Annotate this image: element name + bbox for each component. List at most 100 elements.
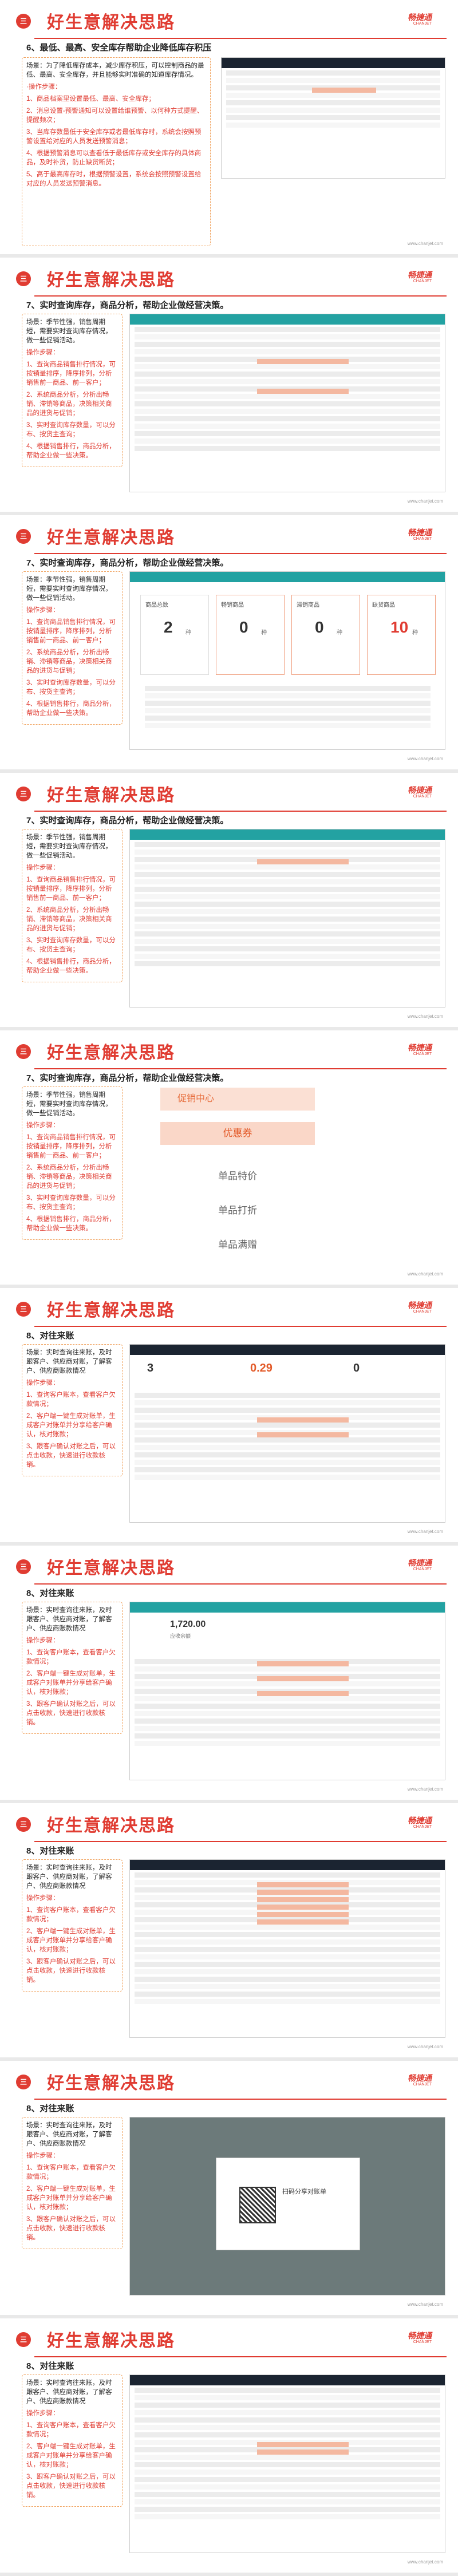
description-paragraph: 1、查询商品销售排行情况，可按销量排序，降序排列，分析销售前一商品、前一客户； [26,1134,116,1159]
brand-logo: 畅捷通 [408,1816,432,1825]
menu-item[interactable]: 单品打折 [160,1202,315,1216]
table-row [135,1880,440,1887]
table-row [135,1408,440,1413]
slide-header: 三 好生意解决思路 畅捷通 CHANJET [0,2061,458,2095]
slide-3: 三 好生意解决思路 畅捷通 CHANJET 7、实时查询库存，商品分析，帮助企业做经营决… [0,515,458,773]
description-box: 场景：季节性强，销售周期短，需要实时查询库存情况，做一些促销活动。 操作步骤： 1、… [22,571,123,725]
stat-label: 畅销商品 [221,602,244,609]
description-paragraph: 场景：季节性强，销售周期短，需要实时查询库存情况，做一些促销活动。 [26,834,112,859]
slide-10: 三 好生意解决思路 畅捷通 CHANJET 8、对往来账 场景：实时查询往来账，及时跟客户… [0,2318,458,2576]
slide-header: 三 好生意解决思路 畅捷通 CHANJET [0,258,458,292]
description-paragraph: 操作步骤： [26,1380,60,1386]
table-row [135,1741,440,1746]
menu-item-coupon[interactable]: 优惠券 [160,1122,315,1145]
footer-url: www.chanjet.com [407,2559,443,2565]
table-row [135,939,440,944]
table-row [135,2440,440,2447]
description-paragraph: 1、查询客户账本，查看客户欠款情况； [26,2164,116,2180]
header-divider [34,1326,447,1327]
table-row [135,1430,440,1437]
description-paragraph: 场景：为了降低库存成本，减少库存积压，可以控制商品的最低、最高、安全库存，并且能… [26,62,204,78]
footer-url: www.chanjet.com [407,1014,443,1019]
highlight-cell [256,1897,349,1902]
description-paragraph: 操作步骤： [26,607,60,614]
table-row [135,364,440,369]
table-row [135,1689,440,1696]
table-row [135,1984,440,1989]
table-row [135,379,440,384]
description-paragraph: 2、客户端一键生成对账单，生成客户对账单并分享给客户确认，核对账款； [26,1928,116,1953]
table-row [135,1726,440,1731]
table-row [135,931,440,937]
menu-item[interactable]: 单品特价 [160,1168,315,1182]
table-row [145,693,431,698]
table-row [135,1977,440,1982]
stat-card: 缺货商品 10 种 [367,595,436,675]
slide-header: 三 好生意解决思路 畅捷通 CHANJET [0,515,458,550]
table-row [226,70,440,76]
description-paragraph: 3、实时查询库存数量，可以分布、按货主查询； [26,422,116,438]
description-paragraph: 3、跟客户确认对账之后，可以点击收款，快速进行收款核销。 [26,1443,116,1468]
table-row [135,1939,440,1945]
brand-logo: 畅捷通 [408,528,432,537]
highlight-cell [256,2449,349,2455]
highlight-cell [256,2442,349,2447]
table-row [135,1910,440,1917]
description-paragraph: 操作步骤： [26,1122,60,1129]
description-paragraph: 2、消息设置-预警通知可以设置给谁预警、以何种方式提醒、提醒频次； [26,108,204,124]
slide-title: 好生意解决思路 [47,786,175,805]
table-row [135,349,440,354]
header-divider [34,295,447,297]
description-paragraph: 操作步骤： [26,1637,60,1644]
table-row [135,342,440,347]
table-row [135,424,440,429]
section-badge: 三 [16,1044,31,1059]
slide-7: 三 好生意解决思路 畅捷通 CHANJET 8、对往来账 场景：实时查询往来账，及时跟客户… [0,1546,458,1803]
stat-value: 0.29 [250,1362,273,1374]
footer-url: www.chanjet.com [407,241,443,246]
stat-value: 0 [315,618,324,636]
table-row [135,1733,440,1739]
table-row [135,1415,440,1423]
table-row [135,924,440,929]
description-paragraph: 场景：季节性强，销售周期短，需要实时查询库存情况，做一些促销活动。 [26,319,112,344]
table-row [135,842,440,847]
description-paragraph: 3、实时查询库存数量，可以分布、按货主查询； [26,679,116,696]
slide-header: 三 好生意解决思路 畅捷通 CHANJET [0,773,458,807]
table-row [135,386,440,394]
table-row [135,1947,440,1952]
table-row [135,446,440,451]
section-badge: 三 [16,14,31,29]
description-paragraph: 3、跟客户确认对账之后，可以点击收款，快速进行收款核销。 [26,1958,116,1984]
description-paragraph: 3、跟客户确认对账之后，可以点击收款，快速进行收款核销。 [26,2216,116,2241]
highlight-cell [256,359,349,364]
detail-table [140,683,435,741]
table-row [135,1969,440,1974]
description-paragraph: 1、查询客户账本，查看客户欠款情况； [26,1649,116,1665]
detail-table [130,1657,445,1748]
table-row [226,115,440,120]
table-row [135,2447,440,2455]
footer-url: www.chanjet.com [407,756,443,761]
description-paragraph: 2、客户端一键生成对账单，生成客户对账单并分享给客户确认，核对账款； [26,2443,116,2468]
table-row [145,723,431,728]
brand-logo: 畅捷通 [408,1558,432,1567]
brand-tagline: CHANJET [413,537,432,541]
app-screenshot [221,57,445,179]
app-screenshot: 商品总数 2 种畅销商品 0 种滞销商品 0 种缺货商品 10 种 [129,571,445,750]
table-row [145,708,431,713]
brand-logo: 畅捷通 [408,1301,432,1310]
slide-subtitle: 7、实时查询库存，商品分析，帮助企业做经营决策。 [26,558,229,568]
document-page: 三好生意解决思路 畅捷通 CHANJET 6、最低、最高、安全库存帮助企业降低库存积压… [0,0,458,2576]
table-row [135,2477,440,2482]
highlight-cell [311,88,376,93]
brand-tagline: CHANJET [413,1052,432,1056]
highlight-cell [256,1890,349,1895]
menu-item[interactable]: 单品满赠 [160,1236,315,1251]
description-paragraph: 1、查询商品销售排行情况，可按销量排序，降序排列，分析销售前一商品、前一客户； [26,361,116,386]
table-row [135,334,440,339]
table-row [135,1659,440,1666]
highlight-cell [256,859,349,864]
description-paragraph: 操作步骤： [26,2152,60,2159]
footer-url: www.chanjet.com [407,499,443,504]
